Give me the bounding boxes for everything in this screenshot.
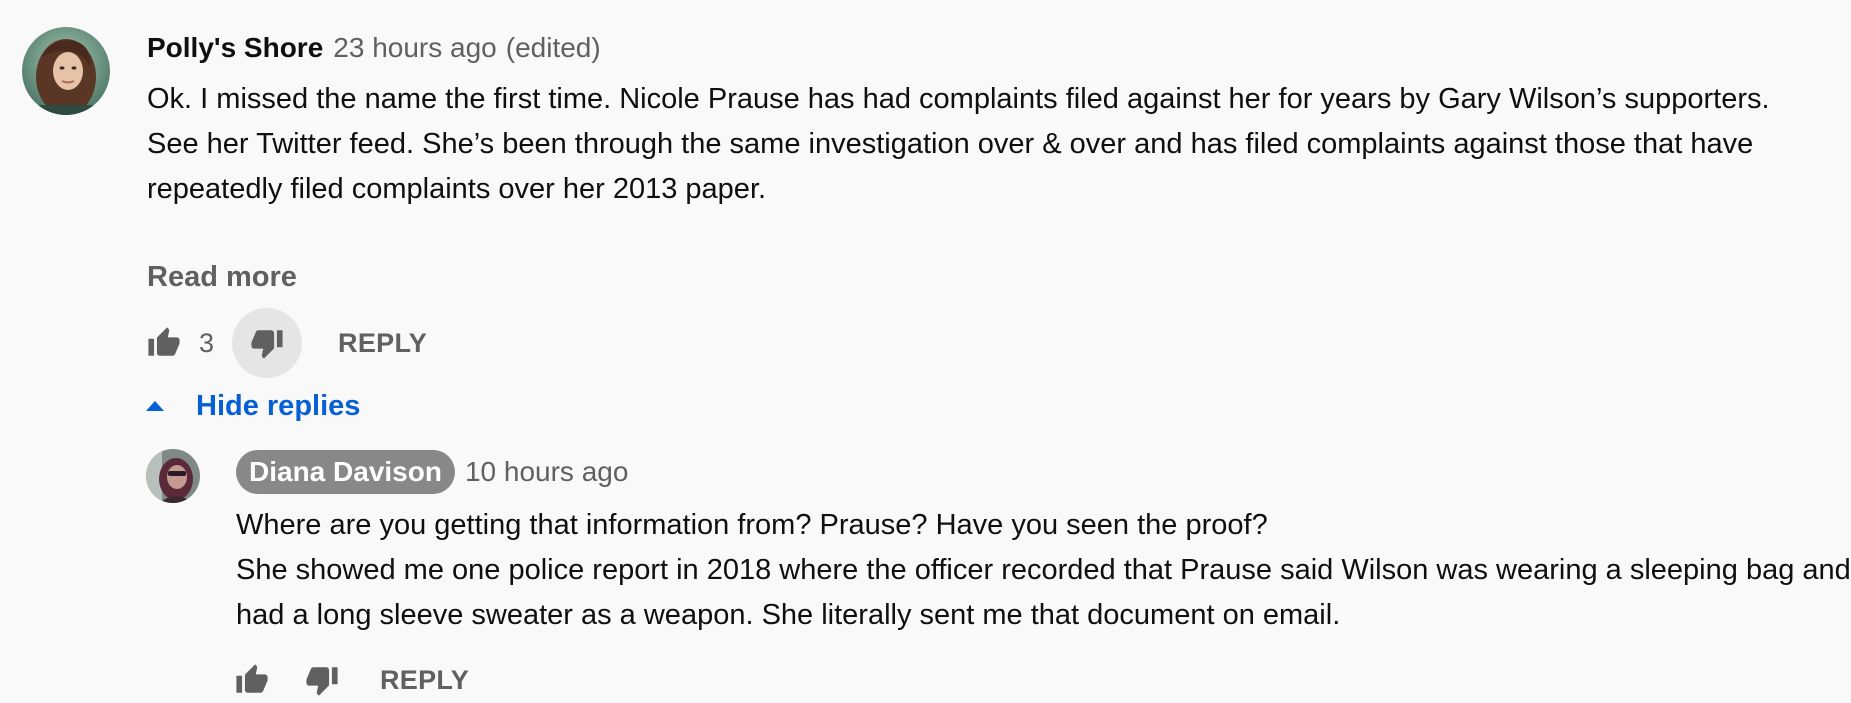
avatar-photo-icon bbox=[146, 449, 200, 503]
reply-button[interactable]: REPLY bbox=[338, 328, 427, 359]
reply-avatar[interactable] bbox=[146, 449, 200, 503]
thumbs-down-icon bbox=[251, 330, 283, 359]
hide-replies-label: Hide replies bbox=[196, 389, 361, 422]
thumbs-down-icon bbox=[306, 667, 338, 696]
edited-label: (edited) bbox=[505, 32, 601, 63]
comment-action-toolbar: 3 REPLY bbox=[144, 308, 427, 378]
like-count: 3 bbox=[199, 327, 215, 358]
comment-body: Ok. I missed the name the first time. Ni… bbox=[147, 77, 1827, 212]
reply-reply-button[interactable]: REPLY bbox=[380, 665, 469, 696]
comment-author[interactable]: Polly's Shore bbox=[147, 32, 323, 64]
reply-dislike-button[interactable] bbox=[302, 660, 342, 700]
reply-author-badge[interactable]: Diana Davison bbox=[236, 450, 455, 494]
like-button[interactable] bbox=[144, 323, 184, 363]
reply-timestamp[interactable]: 10 hours ago bbox=[465, 456, 628, 488]
hide-replies-button[interactable]: Hide replies bbox=[144, 384, 360, 428]
thumbs-up-icon bbox=[236, 664, 268, 693]
comment-timestamp[interactable]: 23 hours ago bbox=[333, 32, 496, 64]
dislike-button[interactable] bbox=[232, 308, 303, 378]
commenter-avatar[interactable] bbox=[22, 27, 110, 115]
reply-like-button[interactable] bbox=[232, 660, 272, 700]
read-more-button[interactable]: Read more bbox=[147, 261, 297, 294]
reply-text-line1: Where are you getting that information f… bbox=[236, 509, 1268, 541]
reply-action-toolbar: REPLY bbox=[232, 660, 469, 700]
reply-body: Where are you getting that information f… bbox=[236, 503, 1851, 638]
caret-up-icon bbox=[146, 401, 164, 411]
avatar-photo-icon bbox=[22, 27, 110, 115]
reply-text-line2: She showed me one police report in 2018 … bbox=[236, 554, 1851, 631]
thumbs-up-icon bbox=[148, 327, 180, 356]
reply-header: Diana Davison 10 hours ago bbox=[236, 450, 628, 494]
comment-text: Ok. I missed the name the first time. Ni… bbox=[147, 83, 1770, 205]
comment-header: Polly's Shore 23 hours ago (edited) bbox=[147, 30, 601, 66]
